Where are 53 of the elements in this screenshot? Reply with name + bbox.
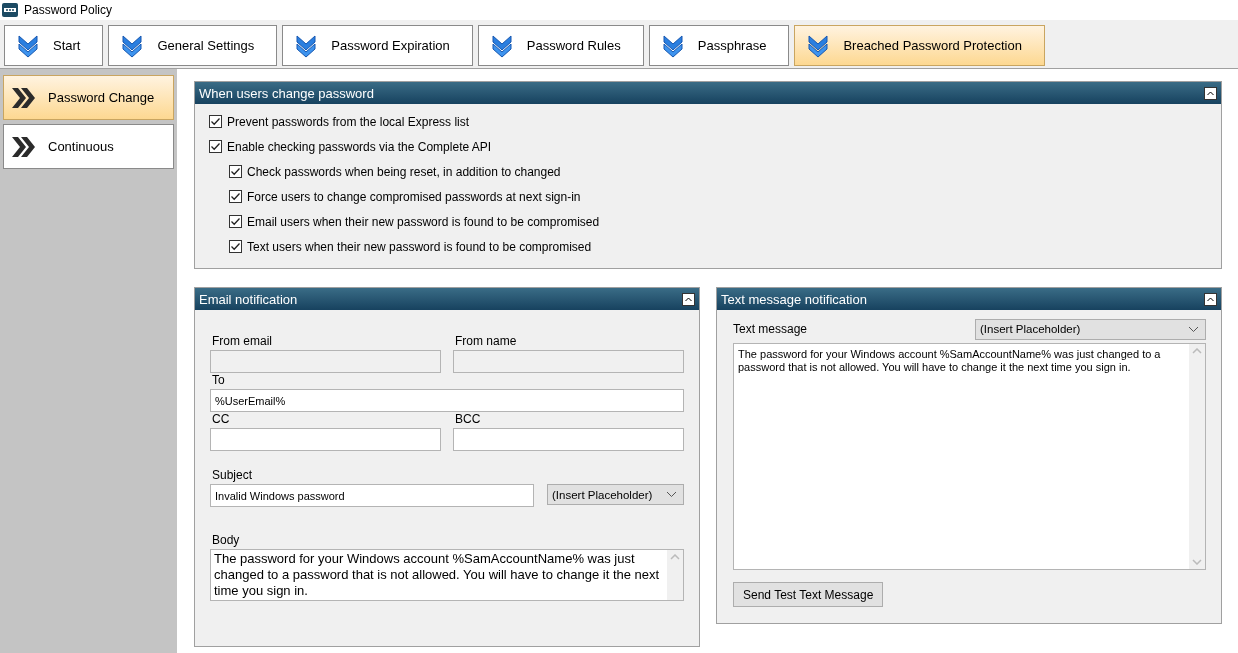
input-field[interactable] (453, 428, 684, 451)
input-field[interactable] (210, 428, 441, 451)
caret-icon (1188, 325, 1199, 333)
double-chevron-icon (121, 33, 144, 58)
collapse-icon[interactable] (1204, 86, 1217, 100)
input-field[interactable]: Invalid Windows password (210, 484, 534, 507)
field-label: BCC (455, 412, 482, 426)
window-title: Password Policy (24, 3, 113, 17)
checkbox[interactable] (229, 215, 242, 228)
panel-title: Text message notification (721, 291, 867, 307)
collapse-icon[interactable] (1204, 292, 1217, 306)
field-label: To (212, 373, 226, 387)
send-test-button[interactable]: Send Test Text Message (733, 582, 884, 607)
checkbox-label: Prevent passwords from the local Express list (227, 114, 470, 129)
body-text-area[interactable]: The password for your Windows account %SamAccountName% was just changed to a password that is not allowed. You will have to change it the next time you sign in. (210, 549, 684, 601)
placeholder-dropdown[interactable]: (Insert Placeholder) (975, 318, 1206, 340)
checkbox-label: Email users when their new password is found to be compromised (247, 214, 600, 229)
field-label: Text message (733, 322, 808, 336)
double-chevron-icon (807, 33, 830, 58)
double-chevron-icon (10, 134, 36, 159)
field-label: Body (212, 533, 241, 547)
tab[interactable]: Start (4, 25, 104, 66)
field-label: Subject (212, 468, 254, 482)
double-chevron-icon (295, 33, 318, 58)
double-chevron-icon (490, 33, 513, 58)
field-label: From name (455, 334, 518, 348)
collapse-icon[interactable] (682, 292, 695, 306)
tab[interactable]: General Settings (108, 25, 278, 66)
checkbox[interactable] (209, 115, 222, 128)
field-label: CC (212, 412, 231, 426)
tab[interactable]: Breached Password Protection (794, 25, 1045, 66)
tab[interactable]: Password Expiration (282, 25, 473, 66)
double-chevron-icon (17, 33, 39, 58)
caret-icon (666, 491, 677, 498)
input-field[interactable]: %UserEmail% (210, 389, 684, 412)
panel-title: Email notification (199, 291, 298, 307)
field-label: From email (212, 334, 273, 348)
checkbox[interactable] (229, 240, 242, 253)
checkbox-label: Force users to change compromised passwords at next sign-in (247, 189, 581, 204)
tab[interactable]: Passphrase (648, 25, 790, 66)
sidebar-item[interactable]: Password Change (3, 75, 174, 120)
checkbox[interactable] (209, 140, 222, 153)
placeholder-dropdown[interactable]: (Insert Placeholder) (547, 484, 684, 505)
double-chevron-icon (10, 85, 36, 110)
panel-title: When users change password (199, 85, 374, 101)
checkbox-label: Check passwords when being reset, in addition to changed (247, 164, 561, 179)
double-chevron-icon (661, 33, 684, 58)
tab[interactable]: Password Rules (477, 25, 644, 66)
checkbox-label: Enable checking passwords via the Complete API (227, 139, 492, 154)
checkbox[interactable] (229, 190, 242, 203)
checkbox-label: Text users when their new password is found to be compromised (247, 239, 592, 254)
sidebar-item[interactable]: Continuous (3, 124, 174, 169)
checkbox[interactable] (229, 165, 242, 178)
